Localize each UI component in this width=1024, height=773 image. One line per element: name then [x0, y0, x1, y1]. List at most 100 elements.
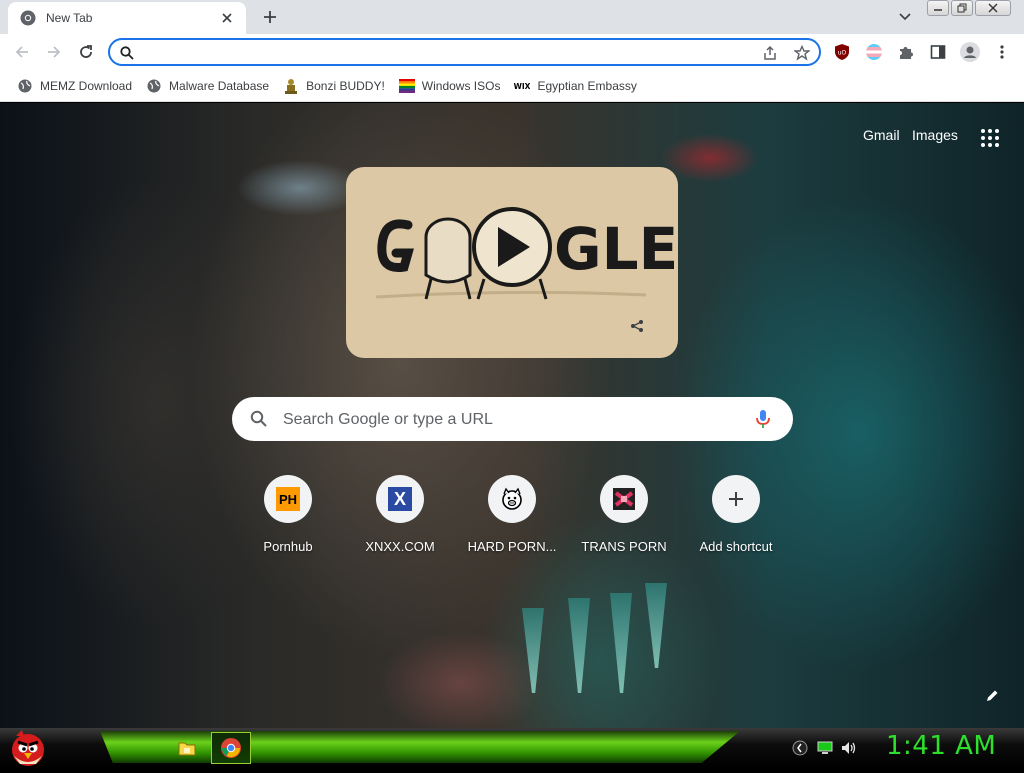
plus-icon — [729, 492, 743, 506]
shortcut-trans-porn[interactable]: TRANS PORN — [568, 473, 680, 563]
globe-icon — [146, 78, 162, 94]
shortcut-icon-circle — [712, 475, 760, 523]
bookmarks-bar: MEMZ Download Malware Database Bonzi BUD… — [0, 70, 1024, 102]
bonzi-icon — [283, 78, 299, 94]
svg-text:uO: uO — [838, 50, 847, 57]
shortcut-label: Pornhub — [263, 539, 313, 554]
bookmark-label: MEMZ Download — [40, 78, 133, 93]
plus-icon — [264, 11, 276, 23]
quick-launch-folder[interactable] — [176, 736, 198, 760]
xnxx-icon: X — [388, 487, 412, 511]
network-monitor-icon[interactable] — [816, 740, 834, 756]
shortcut-pornhub[interactable]: PH Pornhub — [232, 473, 344, 563]
bookmark-egyptian-embassy[interactable]: WIX Egyptian Embassy — [507, 73, 643, 99]
bookmark-malware-database[interactable]: Malware Database — [139, 73, 276, 99]
window-controls — [927, 0, 1011, 16]
tab-search-button[interactable] — [894, 8, 916, 26]
angry-bird-icon — [12, 730, 44, 766]
bookmark-bonzi-buddy[interactable]: Bonzi BUDDY! — [276, 73, 392, 99]
google-doodle[interactable]: GLE — [346, 167, 678, 358]
close-window-button[interactable] — [975, 0, 1011, 16]
tab-close-icon[interactable] — [218, 9, 236, 27]
keyboard-layout-icon[interactable] — [791, 740, 809, 756]
browser-toolbar: uO — [0, 34, 1024, 70]
shortcut-icon-circle: PH — [264, 475, 312, 523]
doodle-text: GLE — [554, 215, 678, 283]
star-icon[interactable] — [793, 44, 811, 62]
speaker-icon[interactable] — [840, 740, 858, 756]
shortcut-label: TRANS PORN — [581, 539, 667, 554]
taskbar-chrome-task[interactable] — [211, 732, 251, 764]
taskbar: 1:41 AM — [0, 728, 1024, 768]
back-button[interactable] — [10, 40, 34, 64]
address-input[interactable] — [142, 43, 742, 61]
bookmark-label: Windows ISOs — [421, 78, 501, 93]
google-search-box[interactable]: Search Google or type a URL — [232, 397, 793, 441]
minimize-button[interactable] — [927, 0, 949, 16]
bookmark-memz-download[interactable]: MEMZ Download — [10, 73, 139, 99]
shortcut-hard-porn[interactable]: HARD PORN... — [456, 473, 568, 563]
restore-button[interactable] — [951, 0, 973, 16]
shortcut-label: XNXX.COM — [365, 539, 435, 554]
images-link[interactable]: Images — [912, 127, 958, 143]
shortcut-icon-circle — [600, 475, 648, 523]
tab-new-tab[interactable]: New Tab — [8, 2, 246, 34]
svg-text:WIX: WIX — [514, 82, 530, 91]
puzzle-icon[interactable] — [895, 41, 917, 63]
background-decoration — [568, 598, 590, 693]
mic-icon[interactable] — [754, 409, 772, 429]
chrome-icon — [20, 10, 36, 26]
bookmark-label: Egyptian Embassy — [537, 78, 637, 93]
close-icon — [988, 3, 998, 13]
shortcut-icon-circle — [488, 475, 536, 523]
address-bar[interactable] — [108, 38, 821, 66]
bookmark-windows-isos[interactable]: Windows ISOs — [392, 73, 508, 99]
forward-button[interactable] — [42, 40, 66, 64]
pencil-icon — [987, 690, 998, 701]
kebab-menu-icon[interactable] — [991, 41, 1013, 63]
share-icon[interactable] — [761, 44, 779, 62]
reload-button[interactable] — [74, 40, 98, 64]
restore-icon — [957, 3, 967, 13]
background-decoration — [610, 593, 632, 693]
shortcut-label: Add shortcut — [699, 539, 773, 554]
taskbar-clock[interactable]: 1:41 AM — [886, 731, 996, 761]
apps-grid-icon[interactable] — [979, 127, 1001, 149]
background-decoration — [522, 608, 544, 693]
chrome-icon — [221, 738, 241, 758]
arrow-left-icon — [15, 46, 28, 58]
shortcuts-grid: PH Pornhub X XNXX.COM HARD PORN... TRANS… — [232, 473, 792, 563]
globe-icon — [17, 78, 33, 94]
shortcut-xnxx[interactable]: X XNXX.COM — [344, 473, 456, 563]
minimize-icon — [934, 9, 942, 11]
search-icon — [118, 44, 136, 62]
shortcut-label: HARD PORN... — [467, 539, 557, 554]
pig-face-icon — [502, 487, 522, 510]
new-tab-page: Gmail Images GLE Search Google or type a… — [0, 103, 1024, 728]
share-icon[interactable] — [629, 318, 645, 334]
bookmark-label: Bonzi BUDDY! — [306, 78, 385, 93]
search-icon — [250, 410, 267, 427]
add-shortcut-button[interactable]: Add shortcut — [680, 473, 792, 563]
tab-title: New Tab — [46, 11, 93, 25]
shortcut-icon-circle: X — [376, 475, 424, 523]
folder-icon — [178, 742, 196, 756]
trans-porn-favicon-icon — [613, 488, 635, 510]
start-button[interactable] — [6, 728, 50, 768]
reload-icon — [80, 45, 92, 58]
arrow-right-icon — [48, 46, 61, 58]
chevron-down-icon — [899, 13, 911, 21]
profile-avatar-icon[interactable] — [959, 41, 981, 63]
gmail-link[interactable]: Gmail — [863, 127, 900, 143]
background-decoration — [645, 583, 667, 668]
new-tab-button[interactable] — [258, 6, 282, 28]
search-placeholder: Search Google or type a URL — [283, 411, 493, 428]
side-panel-icon[interactable] — [927, 41, 949, 63]
wix-icon: WIX — [514, 78, 530, 94]
trans-flag-extension-icon[interactable] — [863, 41, 885, 63]
pornhub-icon: PH — [276, 487, 300, 511]
rainbow-flag-icon — [398, 78, 415, 94]
customize-button[interactable] — [982, 686, 1002, 706]
bookmark-label: Malware Database — [169, 78, 270, 93]
ublock-origin-icon[interactable]: uO — [831, 41, 853, 63]
